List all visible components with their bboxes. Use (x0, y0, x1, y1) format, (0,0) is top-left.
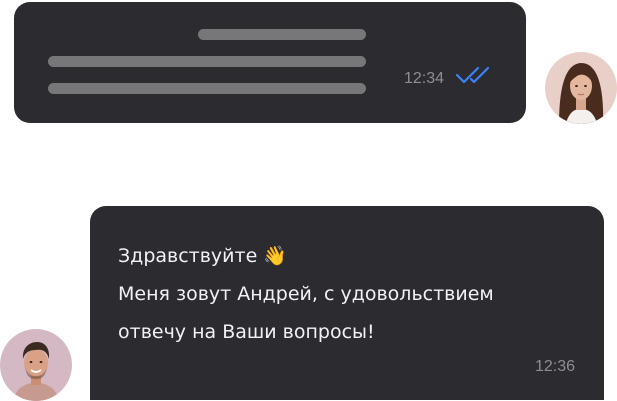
message-placeholder-line (48, 56, 366, 67)
outgoing-message-bubble: 12:34 (14, 2, 526, 123)
message-text: Здравствуйте 👋 Меня зовут Андрей, с удов… (118, 237, 588, 351)
message-placeholder-line (48, 83, 366, 94)
incoming-message-bubble: Здравствуйте 👋 Меня зовут Андрей, с удов… (90, 206, 604, 400)
message-line: Меня зовут Андрей, с удовольствием (118, 283, 494, 305)
message-timestamp: 12:34 (404, 70, 445, 87)
message-placeholder-line (198, 29, 366, 40)
message-timestamp: 12:36 (535, 358, 576, 375)
woman-avatar[interactable] (545, 52, 617, 124)
message-line: Здравствуйте 👋 (118, 245, 287, 267)
message-line: отвечу на Ваши вопросы! (118, 321, 375, 343)
man-avatar[interactable] (0, 329, 72, 401)
double-check-icon (455, 66, 490, 84)
